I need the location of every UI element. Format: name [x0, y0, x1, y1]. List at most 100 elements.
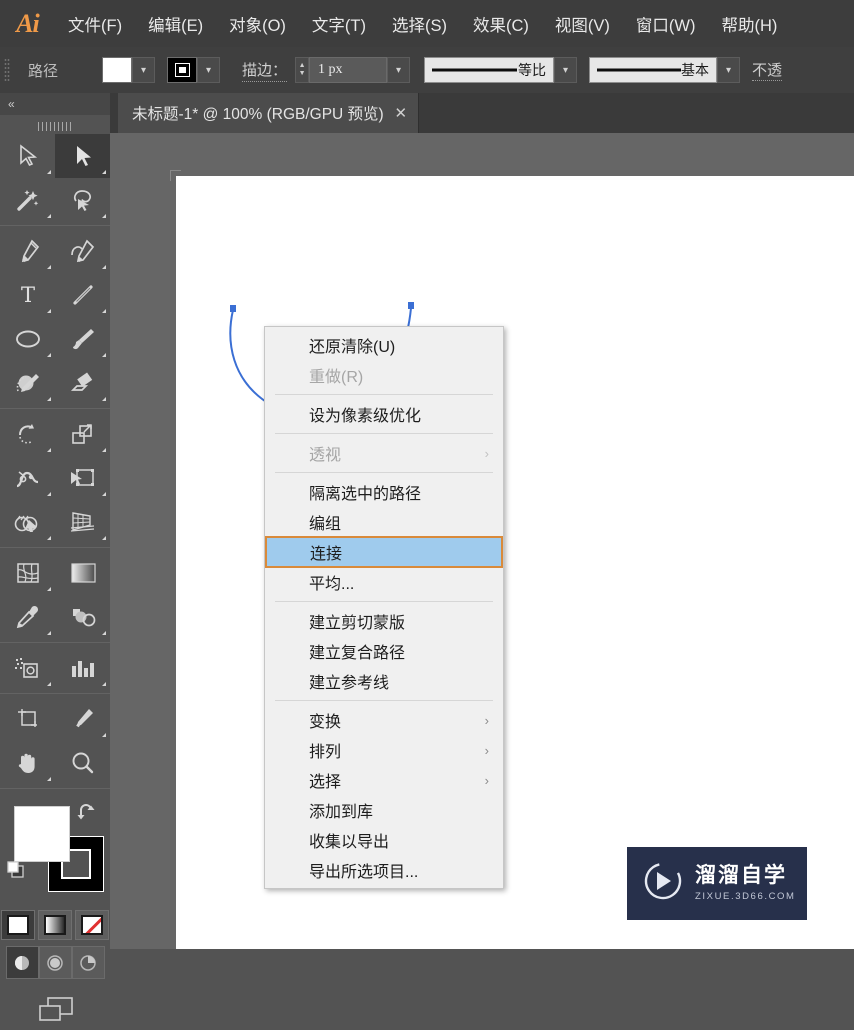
fill-dropdown-icon[interactable]: ▾ — [132, 57, 156, 83]
context-menu-item-transform[interactable]: 变换 › — [265, 705, 503, 735]
tool-perspective-grid[interactable] — [55, 500, 110, 544]
context-menu-item-pixel-perfect[interactable]: 设为像素级优化 — [265, 399, 503, 429]
draw-normal-mode-button[interactable] — [5, 946, 39, 979]
menu-item-help[interactable]: 帮助(H) — [708, 0, 790, 47]
toolbar-collapse-button[interactable]: « — [0, 93, 110, 115]
tool-shape-builder[interactable] — [0, 500, 55, 544]
context-menu-item-label: 排列 — [309, 744, 342, 761]
tool-eraser[interactable] — [55, 361, 110, 405]
stroke-color-swatch[interactable] — [167, 57, 198, 83]
context-menu-item-collect-for-export[interactable]: 收集以导出 — [265, 825, 503, 855]
close-icon[interactable]: ✕ — [384, 93, 418, 133]
tool-grid: T — [0, 134, 110, 792]
context-menu-item-add-to-library[interactable]: 添加到库 — [265, 795, 503, 825]
menu-bar: Ai 文件(F) 编辑(E) 对象(O) 文字(T) 选择(S) 效果(C) 视… — [0, 0, 854, 47]
context-menu-separator — [275, 472, 493, 473]
toolbar-grip[interactable] — [0, 118, 110, 134]
watermark-subtitle: ZIXUE.3D66.COM — [695, 891, 796, 902]
tool-selection[interactable] — [0, 134, 55, 178]
tool-lasso[interactable] — [55, 178, 110, 222]
context-menu-item-group[interactable]: 编组 — [265, 507, 503, 537]
context-menu-item-label: 透视 — [309, 447, 342, 464]
context-menu-item-isolate-path[interactable]: 隔离选中的路径 — [265, 477, 503, 507]
stroke-profile-group[interactable]: 等比 ▾ — [424, 57, 578, 83]
tool-blend[interactable] — [55, 595, 110, 639]
tool-hand[interactable] — [0, 741, 55, 785]
change-screen-mode-button[interactable] — [32, 993, 78, 1030]
menu-item-edit[interactable]: 编辑(E) — [135, 0, 216, 47]
menu-item-effect[interactable]: 效果(C) — [460, 0, 542, 47]
menu-item-select[interactable]: 选择(S) — [379, 0, 460, 47]
gradient-mode-button[interactable] — [38, 910, 72, 940]
control-bar-grip[interactable] — [4, 58, 10, 82]
svg-text:T: T — [20, 283, 34, 307]
draw-inside-mode-button[interactable] — [71, 946, 105, 979]
watermark-text: 溜溜自学 ZIXUE.3D66.COM — [695, 865, 796, 902]
stroke-weight-stepper[interactable]: ▲ ▼ — [295, 57, 310, 83]
tool-width[interactable] — [0, 456, 55, 500]
tool-eyedropper[interactable] — [0, 595, 55, 639]
tool-separator — [0, 642, 110, 643]
brush-definition-select[interactable]: 基本 — [589, 57, 718, 83]
play-circle-icon — [643, 861, 683, 906]
tool-paintbrush[interactable] — [55, 317, 110, 361]
tool-line-segment[interactable] — [55, 273, 110, 317]
tool-mesh[interactable] — [0, 551, 55, 595]
tool-slice[interactable] — [55, 697, 110, 741]
stroke-weight-input[interactable]: 1 px — [309, 57, 388, 83]
tool-curvature[interactable] — [55, 229, 110, 273]
fill-stroke-indicator — [0, 798, 110, 908]
context-menu-item-select[interactable]: 选择 › — [265, 765, 503, 795]
tool-type[interactable]: T — [0, 273, 55, 317]
tool-scale[interactable] — [55, 412, 110, 456]
context-menu-item-undo-clear[interactable]: 还原清除(U) — [265, 330, 503, 360]
stroke-weight-dropdown-icon[interactable]: ▾ — [387, 57, 411, 83]
tool-ellipse[interactable] — [0, 317, 55, 361]
tool-pen[interactable] — [0, 229, 55, 273]
stroke-swatch-group[interactable]: ▾ — [167, 57, 221, 83]
menu-item-file[interactable]: 文件(F) — [55, 0, 135, 47]
brush-definition-dropdown-icon[interactable]: ▾ — [717, 57, 741, 83]
tool-column-graph[interactable] — [55, 646, 110, 690]
tool-separator — [0, 408, 110, 409]
menu-item-type[interactable]: 文字(T) — [299, 0, 379, 47]
context-menu-item-join[interactable]: 连接 — [265, 536, 503, 568]
tool-magic-wand[interactable] — [0, 178, 55, 222]
none-mode-button[interactable] — [75, 910, 109, 940]
stroke-weight-group[interactable]: ▲ ▼ 1 px ▾ — [295, 57, 411, 83]
fill-swatch-group[interactable]: ▾ — [102, 57, 156, 83]
menu-item-window[interactable]: 窗口(W) — [623, 0, 709, 47]
default-fill-stroke-icon[interactable] — [6, 860, 26, 885]
fill-color-swatch[interactable] — [102, 57, 133, 83]
context-menu-item-label: 选择 — [309, 774, 342, 791]
stroke-profile-select[interactable]: 等比 — [424, 57, 555, 83]
tool-artboard[interactable] — [0, 697, 55, 741]
tool-free-transform[interactable] — [55, 456, 110, 500]
tool-symbol-sprayer[interactable] — [0, 646, 55, 690]
tool-zoom[interactable] — [55, 741, 110, 785]
control-bar: 路径 ▾ ▾ 描边： ▲ ▼ 1 px ▾ 等比 ▾ 基本 ▾ 不透 — [0, 47, 854, 94]
stroke-profile-dropdown-icon[interactable]: ▾ — [554, 57, 578, 83]
tool-rotate[interactable] — [0, 412, 55, 456]
context-menu-item-export-selection[interactable]: 导出所选项目... — [265, 855, 503, 885]
tool-gradient[interactable] — [55, 551, 110, 595]
context-menu-item-make-guides[interactable]: 建立参考线 — [265, 666, 503, 696]
menu-item-view[interactable]: 视图(V) — [542, 0, 623, 47]
context-menu-item-make-compound-path[interactable]: 建立复合路径 — [265, 636, 503, 666]
context-menu-item-arrange[interactable]: 排列 › — [265, 735, 503, 765]
tools-panel: « T — [0, 93, 110, 1021]
brush-definition-group[interactable]: 基本 ▾ — [589, 57, 741, 83]
menu-item-object[interactable]: 对象(O) — [216, 0, 299, 47]
stroke-dropdown-icon[interactable]: ▾ — [197, 57, 221, 83]
context-menu-item-make-clipping-mask[interactable]: 建立剪切蒙版 — [265, 606, 503, 636]
color-mode-button[interactable] — [1, 910, 35, 940]
swap-fill-stroke-icon[interactable] — [76, 802, 98, 827]
tool-separator — [0, 547, 110, 548]
fill-indicator-swatch[interactable] — [14, 806, 70, 862]
draw-behind-mode-button[interactable] — [38, 946, 72, 979]
document-tab[interactable]: 未标题-1* @ 100% (RGB/GPU 预览) ✕ — [118, 93, 419, 133]
chevron-right-icon: › — [484, 742, 489, 758]
tool-shaper[interactable] — [0, 361, 55, 405]
tool-direct-selection[interactable] — [55, 134, 110, 178]
context-menu-item-average[interactable]: 平均... — [265, 567, 503, 597]
